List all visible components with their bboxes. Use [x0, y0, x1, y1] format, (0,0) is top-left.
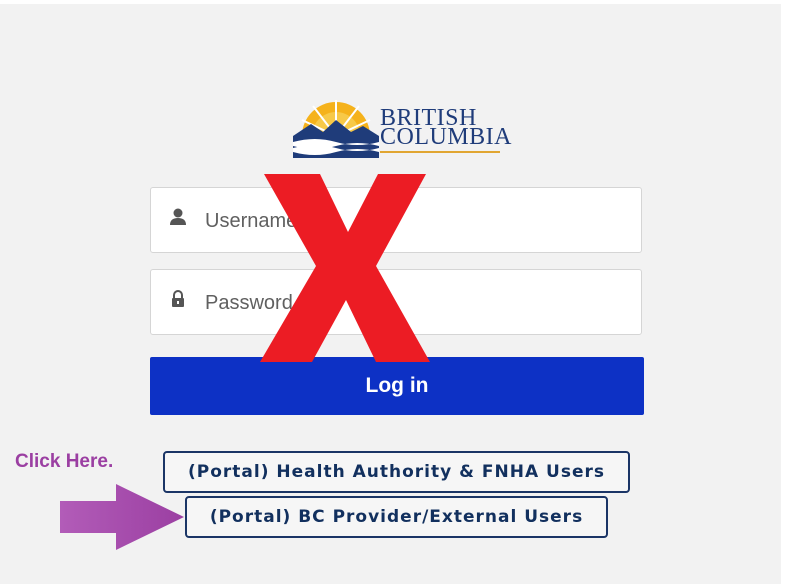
logo-text-line2: COLUMBIA — [380, 124, 513, 150]
click-here-label: Click Here. — [15, 451, 114, 472]
x-mark-icon — [260, 174, 430, 362]
lock-icon — [172, 290, 184, 307]
user-icon — [170, 208, 186, 225]
bc-provider-portal-button[interactable]: (Portal) BC Provider/External Users — [185, 496, 608, 538]
health-authority-portal-button[interactable]: (Portal) Health Authority & FNHA Users — [163, 451, 630, 493]
logo-underline — [380, 151, 500, 153]
right-arrow-icon — [60, 484, 184, 550]
